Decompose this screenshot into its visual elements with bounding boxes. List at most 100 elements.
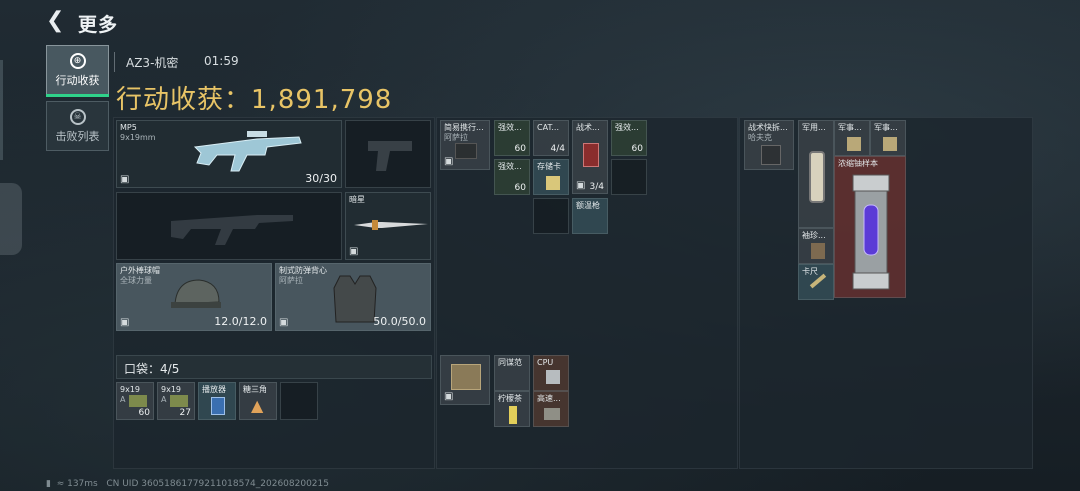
item-sub: A <box>161 395 167 404</box>
item-name: 强效... <box>615 123 639 132</box>
item-name: CAT... <box>537 123 560 132</box>
melee-slot[interactable]: 暗星 ▣ <box>345 192 431 260</box>
pocket-item[interactable]: 9x19 A 60 <box>116 382 154 420</box>
pocket-slot-empty[interactable] <box>280 382 318 420</box>
item-sub: A <box>120 395 126 404</box>
item-name: 战术快拆... <box>748 123 788 132</box>
rig-item[interactable]: 强效... 60 <box>494 159 530 195</box>
edge-pull-tab[interactable] <box>0 183 22 255</box>
pistol-slot-empty[interactable] <box>345 120 431 188</box>
no-insurance-icon: ▣ <box>444 391 454 402</box>
ammo-box-icon <box>129 395 147 407</box>
no-insurance-icon: ▣ <box>576 180 586 191</box>
item-name: 户外棒球帽 <box>120 266 160 275</box>
rig-item[interactable]: 存储卡 <box>533 159 569 195</box>
tab-kill-list[interactable]: ☠ 击败列表 <box>46 101 109 151</box>
durability: 50.0/50.0 <box>373 315 426 328</box>
tab-label: 行动收获 <box>55 74 100 87</box>
pocket-item[interactable]: 播放器 <box>198 382 236 420</box>
rifle-silhouette-icon <box>171 215 293 245</box>
document-icon <box>847 137 861 151</box>
uid-text: CN UID 36051861779211018574_202608200215 <box>106 479 329 489</box>
pocket-item-icon <box>811 243 825 259</box>
document-icon <box>883 137 897 151</box>
backpack-item[interactable]: CPU <box>533 355 569 391</box>
target-icon: ⊕ <box>69 53 86 69</box>
item-count: 60 <box>514 144 526 154</box>
secondary-weapon-slot-empty[interactable] <box>116 192 342 260</box>
harvest-label: 行动收获： <box>116 85 252 115</box>
medkit-icon <box>583 143 599 167</box>
rig-slot-empty[interactable] <box>611 159 647 195</box>
rig-item[interactable]: CAT... 4/4 <box>533 120 569 156</box>
item-name: 强效... <box>498 162 522 171</box>
item-name: 军用... <box>802 123 826 132</box>
no-insurance-icon: ▣ <box>349 246 359 257</box>
memory-card-icon <box>546 176 560 190</box>
item-name: 浓缩铀样本 <box>838 159 878 168</box>
cpu-icon <box>546 370 560 384</box>
smg-icon <box>193 131 302 172</box>
uranium-canister-icon <box>852 174 890 290</box>
harvest-total: 行动收获：1,891,798 <box>116 79 392 116</box>
rig-item[interactable]: 强效... 60 <box>494 120 530 156</box>
safe-item[interactable]: 军用... <box>798 120 834 228</box>
backpack-item[interactable]: 高速... <box>533 391 569 427</box>
item-name: MP5 <box>120 123 137 132</box>
item-name: 柠檬茶 <box>498 394 522 403</box>
pocket-item[interactable]: 糖三角 ▲ <box>239 382 277 420</box>
item-name: 9x19 <box>161 385 182 394</box>
primary-weapon-slot[interactable]: MP5 9x19mm ▣ 30/30 <box>116 120 342 188</box>
chest-rig-slot[interactable]: 简易携行... 阿萨拉 ▣ <box>440 120 490 170</box>
safe-item[interactable]: 袖珍... <box>798 228 834 264</box>
item-name: 存储卡 <box>537 162 561 171</box>
rig-item[interactable]: 战术... ▣ 3/4 <box>572 120 608 194</box>
rig-item[interactable]: 额温枪 <box>572 198 608 234</box>
backpack-item[interactable]: 柠檬茶 <box>494 391 530 427</box>
no-insurance-icon: ▣ <box>444 156 454 167</box>
no-insurance-icon: ▣ <box>120 174 130 185</box>
item-name: CPU <box>537 358 554 367</box>
item-name: 袖珍... <box>802 231 826 240</box>
item-name: 卡尺 <box>802 267 818 276</box>
ping-text: 137ms <box>67 479 98 489</box>
item-sub: 全球力量 <box>120 276 152 285</box>
tab-label: 击败列表 <box>55 130 100 143</box>
tab-action-harvest[interactable]: ⊕ 行动收获 <box>46 45 109 97</box>
no-insurance-icon: ▣ <box>120 317 130 328</box>
knife-icon <box>354 220 428 230</box>
item-count: 3/4 <box>589 182 604 192</box>
pocket-capacity: 4/5 <box>160 362 180 376</box>
item-name: 高速... <box>537 394 561 403</box>
rig-item[interactable]: 强效... 60 <box>611 120 647 156</box>
item-sub: 哈夫克 <box>748 133 772 142</box>
pocket-label: 口袋：4/5 <box>124 360 179 377</box>
item-name: 暗星 <box>349 195 365 204</box>
item-count: 60 <box>514 183 526 193</box>
item-count: 27 <box>179 408 191 418</box>
status-footer: ▮ ≈ 137ms CN UID 36051861779211018574_20… <box>46 479 329 489</box>
item-count: 60 <box>138 408 150 418</box>
safe-box-slot[interactable]: 战术快拆... 哈夫克 <box>744 120 794 170</box>
safe-case-icon <box>761 145 781 165</box>
rig-icon <box>455 143 477 159</box>
rig-slot-empty[interactable] <box>533 198 569 234</box>
helmet-slot[interactable]: 户外棒球帽 全球力量 ▣ 12.0/12.0 <box>116 263 272 331</box>
backpack-item[interactable]: 同谋范 <box>494 355 530 391</box>
safe-item[interactable]: 军事... <box>834 120 870 156</box>
page-title: 更多 <box>78 14 119 36</box>
item-name: 制式防弹背心 <box>279 266 327 275</box>
back-arrow-icon[interactable]: ❮ <box>46 9 68 33</box>
safe-item[interactable]: 军事... <box>870 120 906 156</box>
no-insurance-icon: ▣ <box>279 317 289 328</box>
armor-slot[interactable]: 制式防弹背心 阿萨拉 ▣ 50.0/50.0 <box>275 263 431 331</box>
safe-item-rare[interactable]: 浓缩铀样本 <box>834 156 906 298</box>
backpack-icon <box>451 364 481 390</box>
operation-name: AZ3-机密 <box>126 56 179 70</box>
backpack-slot[interactable]: ▣ <box>440 355 490 405</box>
safe-item[interactable]: 卡尺 <box>798 264 834 300</box>
operation-time: 01:59 <box>204 54 239 68</box>
durability: 12.0/12.0 <box>214 315 267 328</box>
pocket-item[interactable]: 9x19 A 27 <box>157 382 195 420</box>
item-name: 糖三角 <box>243 385 267 394</box>
